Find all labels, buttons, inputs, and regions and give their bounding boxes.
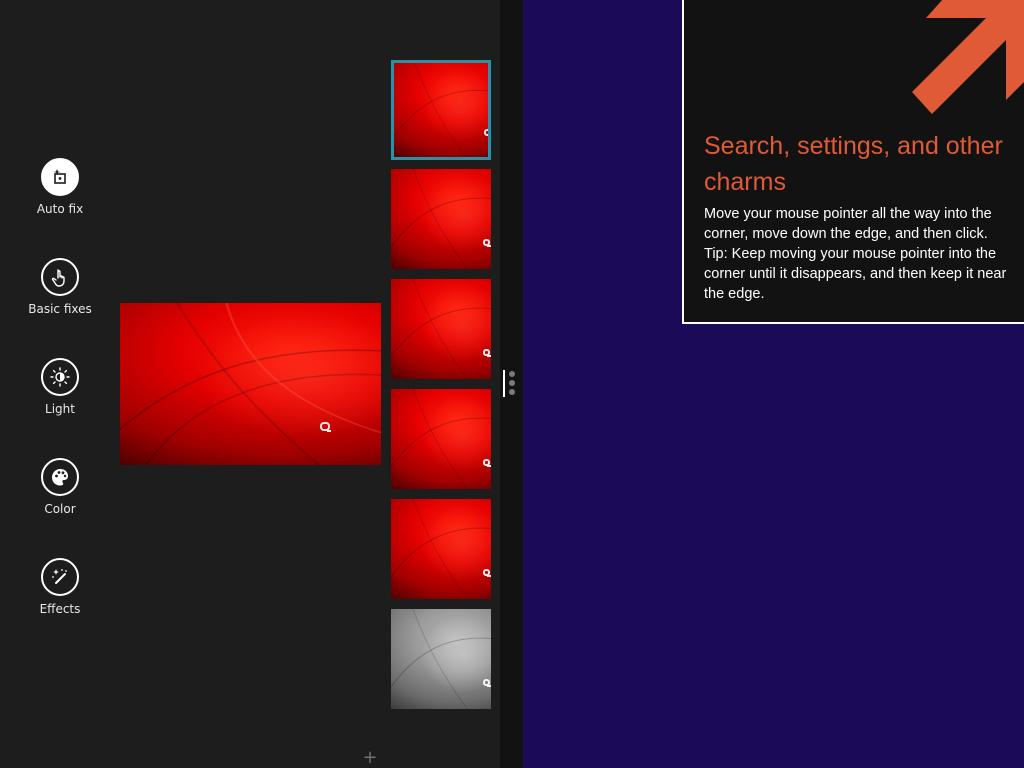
hand-touch-icon bbox=[41, 258, 79, 296]
swirl-pattern bbox=[391, 169, 491, 269]
logo-mark bbox=[320, 422, 331, 432]
thumbnail-item[interactable] bbox=[391, 499, 491, 599]
swirl-pattern bbox=[394, 63, 488, 157]
grip-dot bbox=[509, 389, 515, 395]
logo-mark bbox=[483, 569, 491, 577]
swirl-pattern bbox=[391, 609, 491, 709]
color-label: Color bbox=[44, 502, 76, 516]
basic-fixes-button[interactable]: Basic fixes bbox=[20, 258, 100, 316]
effects-label: Effects bbox=[39, 602, 81, 616]
photos-app-pane: Auto fix Basic fixes Light Color Effects bbox=[0, 0, 500, 768]
logo-mark bbox=[483, 239, 491, 247]
magic-wand-icon bbox=[41, 558, 79, 596]
light-label: Light bbox=[45, 402, 75, 416]
logo-mark bbox=[484, 129, 488, 136]
plus-icon[interactable]: + bbox=[362, 748, 378, 768]
light-button[interactable]: Light bbox=[20, 358, 100, 416]
tip-body: Move your mouse pointer all the way into… bbox=[704, 206, 1007, 302]
effects-button[interactable]: Effects bbox=[20, 558, 100, 616]
grip-dot bbox=[509, 380, 515, 386]
thumbnail-item[interactable] bbox=[391, 279, 491, 379]
sun-icon bbox=[41, 358, 79, 396]
auto-fix-label: Auto fix bbox=[36, 202, 84, 216]
logo-mark bbox=[483, 349, 491, 357]
grip-dot bbox=[509, 371, 515, 377]
auto-fix-button[interactable]: Auto fix bbox=[20, 158, 100, 216]
swirl-pattern bbox=[391, 279, 491, 379]
thumbnail-item[interactable] bbox=[391, 169, 491, 269]
swirl-pattern bbox=[391, 499, 491, 599]
charms-tip-panel: Search, settings, and other charms Move … bbox=[682, 0, 1024, 324]
logo-mark bbox=[483, 459, 491, 467]
logo-mark bbox=[483, 679, 491, 687]
swirl-pattern bbox=[120, 303, 381, 465]
grip-bar bbox=[503, 370, 505, 397]
palette-icon bbox=[41, 458, 79, 496]
color-button[interactable]: Color bbox=[20, 458, 100, 516]
corner-arrow-icon bbox=[912, 0, 1024, 114]
swirl-pattern bbox=[391, 389, 491, 489]
thumbnail-item[interactable] bbox=[391, 60, 491, 160]
thumbnail-item[interactable] bbox=[391, 389, 491, 489]
divider-grip-handle[interactable] bbox=[503, 368, 519, 400]
basic-fixes-label: Basic fixes bbox=[28, 302, 92, 316]
thumbnail-item[interactable] bbox=[391, 609, 491, 709]
tip-title: Search, settings, and other charms bbox=[704, 132, 1003, 196]
photo-preview[interactable] bbox=[120, 303, 381, 465]
auto-fix-icon bbox=[41, 158, 79, 196]
